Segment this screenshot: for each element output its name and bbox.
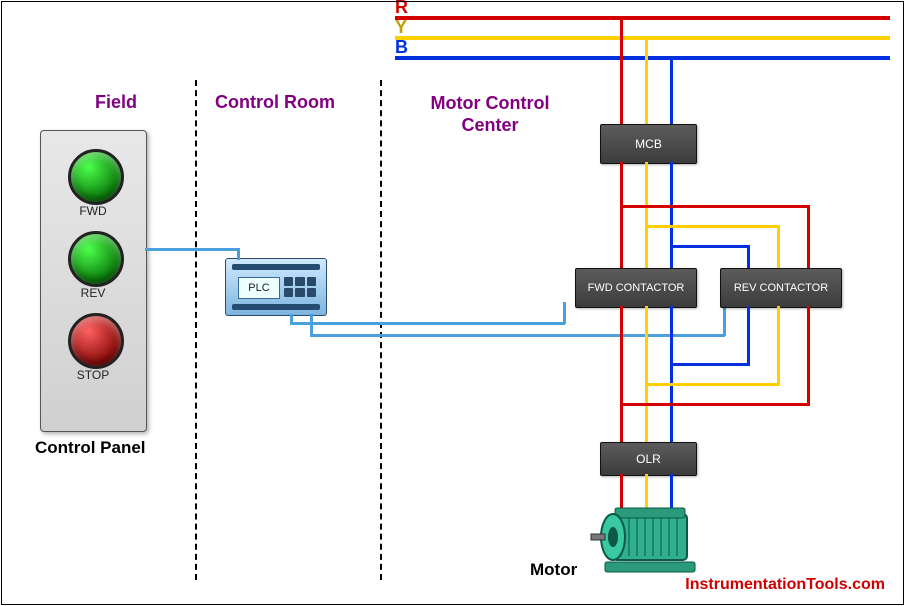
wire-y-rev-down [777,306,780,386]
wire-r-fwd-olr [620,306,623,444]
phase-label-y: Y [395,17,407,38]
wire-y-mcb-down [645,162,648,270]
separator-field-controlroom [195,80,197,580]
wire-plc-rev [310,334,725,337]
fwd-button[interactable] [68,149,124,205]
wire-b-mcb-down [670,162,673,270]
plc-device: PLC [225,258,327,316]
watermark: InstrumentationTools.com [685,576,885,594]
rev-button-label: REV [63,286,123,300]
wire-plc-out2-v [310,314,313,336]
fwd-button-label: FWD [63,204,123,218]
phase-label-b: B [395,37,408,58]
wire-y-mcb [645,38,648,126]
olr-block: OLR [600,442,697,476]
motor-caption: Motor [530,560,577,580]
rev-button[interactable] [68,231,124,287]
bus-line-b [395,56,890,60]
mcb-block: MCB [600,124,697,164]
wire-panel-plc-v [237,248,240,260]
wire-y-to-rev-v [777,225,780,270]
wire-r-mcb [620,18,623,126]
wire-y-fwd-olr [645,306,648,444]
wire-r-rev-merge [620,403,810,406]
wire-r-to-rev-h [620,205,810,208]
bus-line-r [395,16,890,20]
separator-controlroom-mcc [380,80,382,580]
bus-line-y [395,36,890,40]
wire-y-to-rev-h [645,225,780,228]
control-panel: FWD REV STOP [40,130,147,432]
phase-label-r: R [395,0,408,18]
wire-r-to-rev-v [807,205,810,270]
wire-panel-plc-h [145,248,240,251]
fwd-contactor-block: FWD CONTACTOR [575,268,697,308]
rev-contactor-block: REV CONTACTOR [720,268,842,308]
wire-r-rev-down [807,306,810,406]
wire-b-rev-merge [670,363,750,366]
wire-b-fwd-olr [670,306,673,444]
wire-r-mcb-down [620,162,623,270]
wire-b-rev-down [747,306,750,366]
stop-button-label: STOP [63,368,123,382]
wire-b-mcb [670,58,673,126]
plc-screen-label: PLC [238,277,280,299]
wire-b-to-rev-h [670,245,750,248]
wire-plc-fwd [290,322,565,325]
wire-plc-fwd-v [563,302,566,324]
control-panel-caption: Control Panel [35,438,146,458]
motor-icon [585,502,715,587]
section-title-mcc: Motor Control Center [410,92,570,136]
section-title-control-room: Control Room [215,92,335,113]
wire-b-to-rev-v [747,245,750,270]
stop-button[interactable] [68,313,124,369]
wire-y-rev-merge [645,383,780,386]
section-title-field: Field [95,92,137,113]
